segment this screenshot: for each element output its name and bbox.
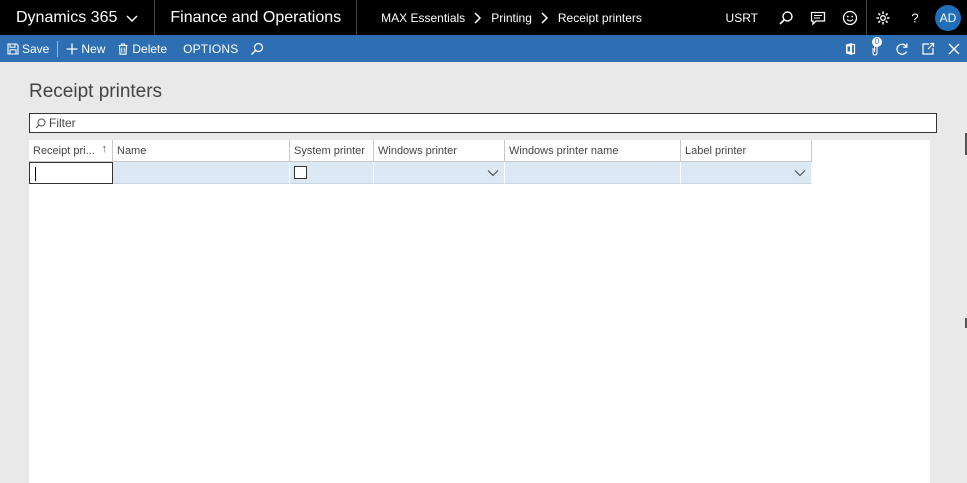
new-label: New xyxy=(81,41,106,56)
save-icon xyxy=(7,42,19,55)
svg-text:?: ? xyxy=(911,10,918,25)
search-icon xyxy=(35,118,46,128)
office-icon xyxy=(846,42,856,55)
plus-icon xyxy=(66,43,78,54)
column-header-windows-printer-name[interactable]: Windows printer name xyxy=(505,140,681,162)
label-printer-dropdown[interactable] xyxy=(681,162,812,184)
close-button[interactable] xyxy=(941,35,967,62)
messages-button[interactable] xyxy=(802,0,834,35)
app-name: Finance and Operations xyxy=(155,0,358,35)
system-printer-cell xyxy=(290,162,374,184)
top-right-tools: USRT ? AD xyxy=(714,0,967,35)
system-printer-checkbox[interactable] xyxy=(294,166,307,179)
popout-icon xyxy=(922,42,935,55)
action-search-button[interactable] xyxy=(244,35,270,62)
page-title: Receipt printers xyxy=(29,81,163,102)
attachments-button[interactable]: 0 xyxy=(863,35,889,62)
message-icon xyxy=(810,11,826,26)
chevron-down-icon xyxy=(794,170,806,177)
options-tab[interactable]: OPTIONS xyxy=(173,35,244,62)
chevron-down-icon xyxy=(487,170,499,177)
filter-box xyxy=(29,113,937,133)
open-new-window-button[interactable] xyxy=(915,35,941,62)
grid-panel: Receipt pri... ↑ Name System printer Win… xyxy=(29,140,930,483)
column-header-label-printer[interactable]: Label printer xyxy=(681,140,812,162)
column-header-label: System printer xyxy=(294,144,365,157)
search-icon xyxy=(779,10,793,25)
chevron-right-icon xyxy=(541,11,548,24)
brand-menu[interactable]: Dynamics 365 xyxy=(0,0,156,35)
breadcrumb-item-printing[interactable]: Printing xyxy=(491,11,532,25)
company-picker[interactable]: USRT xyxy=(714,11,770,25)
feedback-button[interactable] xyxy=(834,0,866,35)
column-header-label: Windows printer xyxy=(378,144,457,157)
settings-button[interactable] xyxy=(867,0,899,35)
office-button[interactable] xyxy=(837,35,863,62)
avatar[interactable]: AD xyxy=(935,4,961,31)
chevron-down-icon xyxy=(126,14,138,22)
column-header-name[interactable]: Name xyxy=(113,140,290,162)
receipt-printers-grid: Receipt pri... ↑ Name System printer Win… xyxy=(29,140,812,184)
delete-button[interactable]: Delete xyxy=(111,35,173,62)
column-header-label: Receipt pri... xyxy=(33,144,95,157)
action-pane-right-tools: 0 xyxy=(837,35,967,62)
windows-printer-dropdown[interactable] xyxy=(374,162,505,184)
options-label: OPTIONS xyxy=(183,41,239,56)
action-pane: Save New Delete OPTIONS 0 xyxy=(0,35,967,62)
chevron-right-icon xyxy=(474,11,482,24)
refresh-button[interactable] xyxy=(889,35,915,62)
sort-ascending-icon: ↑ xyxy=(101,143,108,155)
delete-label: Delete xyxy=(132,41,168,56)
breadcrumb-item-receipt-printers[interactable]: Receipt printers xyxy=(558,11,642,25)
column-header-label: Name xyxy=(117,144,147,157)
grid-header-row: Receipt pri... ↑ Name System printer Win… xyxy=(29,140,812,162)
search-icon xyxy=(251,42,264,55)
column-header-label: Windows printer name xyxy=(509,144,619,157)
windows-printer-name-input[interactable] xyxy=(505,162,681,184)
filter-input[interactable] xyxy=(49,116,936,130)
breadcrumb-item-max-essentials[interactable]: MAX Essentials xyxy=(381,11,465,25)
breadcrumb: MAX Essentials Printing Receipt printers xyxy=(357,0,642,35)
column-header-windows-printer[interactable]: Windows printer xyxy=(374,140,505,162)
refresh-icon xyxy=(896,43,908,55)
close-icon xyxy=(948,43,960,54)
smiley-icon xyxy=(842,10,858,25)
receipt-printer-input[interactable] xyxy=(29,162,113,184)
gear-icon xyxy=(876,11,890,24)
text-caret xyxy=(35,167,36,181)
brand-label: Dynamics 365 xyxy=(16,8,118,26)
new-button[interactable]: New xyxy=(60,35,111,62)
top-nav-bar: Dynamics 365 Finance and Operations MAX … xyxy=(0,0,967,35)
divider xyxy=(57,40,59,57)
attachment-count-badge: 0 xyxy=(872,37,882,47)
search-button[interactable] xyxy=(770,0,802,35)
trash-icon xyxy=(118,42,128,55)
table-row[interactable] xyxy=(29,162,812,184)
name-input[interactable] xyxy=(113,162,290,184)
column-header-receipt-printer[interactable]: Receipt pri... ↑ xyxy=(29,140,113,162)
question-icon: ? xyxy=(911,10,918,25)
save-button[interactable]: Save xyxy=(0,35,55,62)
column-header-system-printer[interactable]: System printer xyxy=(290,140,374,162)
column-header-label: Label printer xyxy=(685,144,747,157)
save-label: Save xyxy=(22,41,50,56)
help-button[interactable]: ? xyxy=(899,0,931,35)
